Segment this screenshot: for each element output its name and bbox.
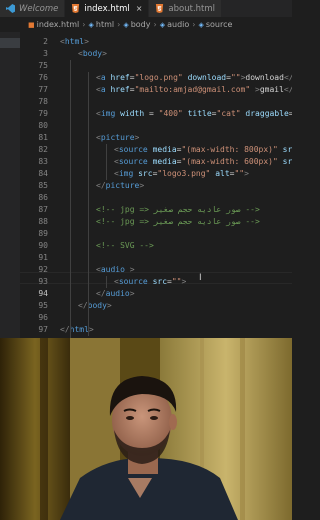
code-line[interactable]: <body> xyxy=(78,48,107,60)
code-line[interactable]: <picture> xyxy=(96,132,139,144)
tab-label: Welcome xyxy=(19,3,59,14)
line-number: 76 xyxy=(38,73,48,82)
line-number: 3 xyxy=(43,49,48,58)
code-line[interactable]: <!-- SVG --> xyxy=(96,240,154,252)
line-number: 91 xyxy=(38,253,48,262)
indent-guide xyxy=(106,144,107,180)
line-number: 75 xyxy=(38,61,48,70)
tab-index-html[interactable]: index.html × xyxy=(65,0,150,17)
tab-bar: Welcome index.html × about.html xyxy=(0,0,292,17)
element-icon: ◈ xyxy=(123,20,129,29)
mouse-ibeam-cursor: I xyxy=(199,273,202,283)
line-number: 95 xyxy=(38,301,48,310)
indent-guide xyxy=(106,276,107,288)
indent-guide xyxy=(88,72,89,336)
html5-icon xyxy=(155,4,164,13)
code-line[interactable]: <!-- jpg => صور عاديه حجم صغير --> xyxy=(96,204,260,216)
code-area[interactable]: <html> <body> <a href="logo.png" download=… xyxy=(56,32,292,338)
breadcrumb-item[interactable]: audio xyxy=(167,20,189,29)
line-number: 94 xyxy=(38,289,48,298)
chevron-right-icon: › xyxy=(192,20,196,29)
html5-icon xyxy=(71,4,80,13)
chevron-right-icon: › xyxy=(153,20,157,29)
line-number: 85 xyxy=(38,181,48,190)
breadcrumb-item[interactable]: source xyxy=(206,20,233,29)
breadcrumb-item[interactable]: html xyxy=(96,20,114,29)
line-number: 93 xyxy=(38,277,48,286)
line-number: 86 xyxy=(38,193,48,202)
code-line[interactable]: <source src=""> xyxy=(114,276,186,288)
code-line[interactable]: <source media="(max-width: 800px)" srcse… xyxy=(114,144,292,156)
webcam-feed xyxy=(0,338,292,520)
line-number: 96 xyxy=(38,313,48,322)
element-icon: ◈ xyxy=(198,20,204,29)
code-line[interactable]: <!-- jpg => صور عاديه حجم صغير --> xyxy=(96,216,260,228)
tab-label: index.html xyxy=(84,3,130,14)
code-line[interactable]: <source media="(max-width: 600px)" srcse… xyxy=(114,156,292,168)
tab-label: about.html xyxy=(168,3,216,14)
element-icon: ◈ xyxy=(88,20,94,29)
line-number-gutter: 2 3 75 76 77 78 79 80 81 82 83 84 85 86 87 88 89 90 91 92 93… xyxy=(20,32,54,338)
code-line[interactable]: <img src="logo3.png" alt=""> xyxy=(114,168,249,180)
line-number: 82 xyxy=(38,145,48,154)
line-number: 2 xyxy=(43,37,48,46)
vscode-icon xyxy=(6,4,15,13)
line-number: 83 xyxy=(38,157,48,166)
tab-welcome[interactable]: Welcome xyxy=(0,0,66,17)
breadcrumb: ■ index.html › ◈ html › ◈ body › ◈ audio › ◈ source xyxy=(0,17,292,32)
line-number: 89 xyxy=(38,229,48,238)
code-line[interactable]: </body> xyxy=(78,300,112,312)
line-number: 78 xyxy=(38,97,48,106)
line-number: 97 xyxy=(38,325,48,334)
presenter-video-image xyxy=(0,338,292,520)
line-number: 92 xyxy=(38,265,48,274)
chevron-right-icon: › xyxy=(117,20,121,29)
line-number: 84 xyxy=(38,169,48,178)
line-number: 88 xyxy=(38,217,48,226)
breadcrumb-item[interactable]: body xyxy=(131,20,151,29)
line-number: 81 xyxy=(38,133,48,142)
line-number: 80 xyxy=(38,121,48,130)
line-number: 90 xyxy=(38,241,48,250)
breadcrumb-item[interactable]: index.html xyxy=(37,20,80,29)
tab-about-html[interactable]: about.html xyxy=(149,0,223,17)
close-icon[interactable]: × xyxy=(136,4,143,13)
html5-icon: ■ xyxy=(28,20,35,29)
code-line[interactable]: <img width = "400" title="cat" draggable… xyxy=(96,108,292,120)
code-line[interactable]: <audio > xyxy=(96,264,135,276)
code-line[interactable]: <a href="mailto:amjad@gmail.com" >gmail<… xyxy=(96,84,292,96)
element-icon: ◈ xyxy=(159,20,166,29)
activity-indicator xyxy=(0,38,20,48)
code-line[interactable]: </picture> xyxy=(96,180,144,192)
code-editor: Welcome index.html × about.html ■ index.html… xyxy=(0,0,292,338)
indent-guide xyxy=(70,60,71,338)
code-line[interactable]: <html> xyxy=(60,36,89,48)
chevron-right-icon: › xyxy=(82,20,86,29)
line-number: 79 xyxy=(38,109,48,118)
line-number: 87 xyxy=(38,205,48,214)
activity-bar xyxy=(0,32,20,338)
code-line[interactable]: </audio> xyxy=(96,288,135,300)
line-number: 77 xyxy=(38,85,48,94)
code-line[interactable]: <a href="logo.png" download="">download<… xyxy=(96,72,292,84)
